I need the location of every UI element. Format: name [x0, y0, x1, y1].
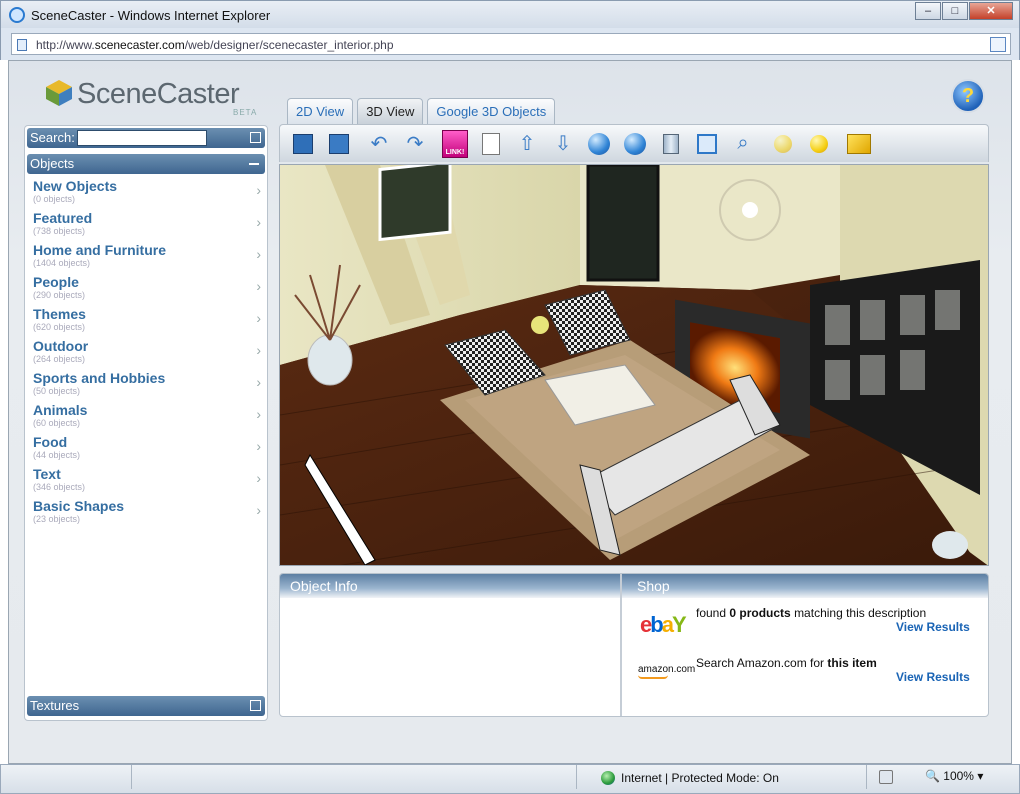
page-content: SceneCaster BETA ? 2D View 3D View Googl… [8, 60, 1012, 764]
protected-mode-icon[interactable] [879, 770, 893, 784]
category-text[interactable]: Text (346 objects) › [33, 466, 261, 498]
light-off-icon[interactable] [770, 131, 796, 157]
save-icon[interactable] [290, 131, 316, 157]
tab-3d-view[interactable]: 3D View [357, 98, 424, 124]
category-animals[interactable]: Animals (60 objects) › [33, 402, 261, 434]
address-bar-area: http://www.scenecaster.com/web/designer/… [0, 28, 1020, 60]
page-icon [17, 39, 27, 51]
chevron-right-icon: › [256, 406, 261, 422]
ebay-result-text: found 0 products matching this descripti… [696, 606, 927, 620]
ebay-view-results-link[interactable]: View Results [896, 620, 970, 634]
document-icon[interactable] [478, 131, 504, 157]
status-bar: Internet | Protected Mode: On 🔍 100% ▾ [0, 764, 1020, 794]
save-as-icon[interactable] [326, 131, 352, 157]
logo-cube-icon [46, 80, 72, 106]
chevron-right-icon: › [256, 310, 261, 326]
search-label: Search: [30, 130, 75, 145]
zoom-level[interactable]: 🔍 100% ▾ [925, 769, 983, 783]
category-featured[interactable]: Featured (738 objects) › [33, 210, 261, 242]
zoom-icon[interactable]: ⌕ [730, 131, 756, 157]
link-label: LINK! [442, 129, 468, 158]
amazon-view-results-link[interactable]: View Results [896, 670, 970, 684]
objects-label: Objects [30, 156, 75, 171]
chevron-right-icon: › [256, 342, 261, 358]
chevron-right-icon: › [256, 438, 261, 454]
toolbar: ↶ ↷ LINK! ⇧ ⇩ ⌕ [279, 124, 989, 162]
chevron-right-icon: › [256, 246, 261, 262]
amazon-search-text: Search Amazon.com for this item [696, 656, 877, 670]
resize-icon[interactable] [694, 131, 720, 157]
status-divider [866, 765, 867, 789]
close-button[interactable]: ✕ [969, 2, 1013, 20]
category-sports-and-hobbies[interactable]: Sports and Hobbies (50 objects) › [33, 370, 261, 402]
logo-text: SceneCaster [77, 78, 240, 110]
ebay-logo[interactable]: ebaY [640, 612, 687, 638]
paint-icon[interactable] [846, 131, 872, 157]
ie-logo-icon [9, 7, 25, 23]
chevron-right-icon: › [256, 278, 261, 294]
security-zone[interactable]: Internet | Protected Mode: On [621, 771, 779, 785]
link-button[interactable]: LINK! [442, 129, 468, 158]
window-titlebar: SceneCaster - Windows Internet Explorer … [0, 0, 1020, 28]
minimize-button[interactable]: – [915, 2, 941, 20]
category-list: New Objects (0 objects) › Featured (738 obj… [33, 178, 261, 530]
room-scene-image [280, 165, 988, 565]
move-down-icon[interactable]: ⇩ [550, 131, 576, 157]
amazon-logo[interactable]: amazon.com [638, 664, 695, 679]
move-up-icon[interactable]: ⇧ [514, 131, 540, 157]
compatibility-view-icon[interactable] [990, 37, 1006, 52]
textures-label: Textures [30, 698, 80, 713]
chevron-right-icon: › [256, 214, 261, 230]
beta-label: BETA [233, 108, 258, 117]
category-themes[interactable]: Themes (620 objects) › [33, 306, 261, 338]
rotate-right-icon[interactable] [622, 131, 648, 157]
chevron-right-icon: › [256, 502, 261, 518]
rotate-left-icon[interactable] [586, 131, 612, 157]
globe-icon [601, 771, 615, 785]
category-new-objects[interactable]: New Objects (0 objects) › [33, 178, 261, 210]
shop-title: Shop [622, 574, 988, 598]
info-panel: Object Info Shop ebaY found 0 products m… [279, 573, 989, 717]
help-button[interactable]: ? [951, 79, 985, 113]
status-divider [131, 765, 132, 789]
category-home-and-furniture[interactable]: Home and Furniture (1404 objects) › [33, 242, 261, 274]
chevron-right-icon: › [256, 182, 261, 198]
category-food[interactable]: Food (44 objects) › [33, 434, 261, 466]
scenecaster-logo[interactable]: SceneCaster BETA [41, 77, 256, 117]
redo-icon[interactable]: ↷ [402, 131, 428, 157]
maximize-search-icon[interactable] [250, 132, 261, 143]
search-input[interactable] [77, 130, 207, 146]
objects-header[interactable]: Objects [27, 154, 265, 174]
category-basic-shapes[interactable]: Basic Shapes (23 objects) › [33, 498, 261, 530]
maximize-button[interactable]: □ [942, 2, 968, 20]
category-people[interactable]: People (290 objects) › [33, 274, 261, 306]
textures-header[interactable]: Textures [27, 696, 265, 716]
sidebar: Search: Objects New Objects (0 objects) › … [24, 125, 268, 721]
3d-viewport[interactable] [279, 164, 989, 566]
address-bar[interactable]: http://www.scenecaster.com/web/designer/… [11, 33, 1011, 55]
category-outdoor[interactable]: Outdoor (264 objects) › [33, 338, 261, 370]
status-divider [576, 765, 577, 789]
collapse-icon[interactable] [249, 163, 259, 165]
search-bar: Search: [27, 128, 265, 148]
tab-2d-view[interactable]: 2D View [287, 98, 354, 124]
chevron-right-icon: › [256, 470, 261, 486]
undo-icon[interactable]: ↶ [366, 131, 392, 157]
chevron-right-icon: › [256, 374, 261, 390]
window-title: SceneCaster - Windows Internet Explorer [31, 8, 271, 23]
trash-icon[interactable] [658, 131, 684, 157]
object-info-title: Object Info [280, 574, 620, 598]
tab-google-3d-objects[interactable]: Google 3D Objects [427, 98, 556, 124]
maximize-textures-icon[interactable] [250, 700, 261, 711]
address-url[interactable]: http://www.scenecaster.com/web/designer/… [36, 38, 394, 52]
light-on-icon[interactable] [806, 131, 832, 157]
